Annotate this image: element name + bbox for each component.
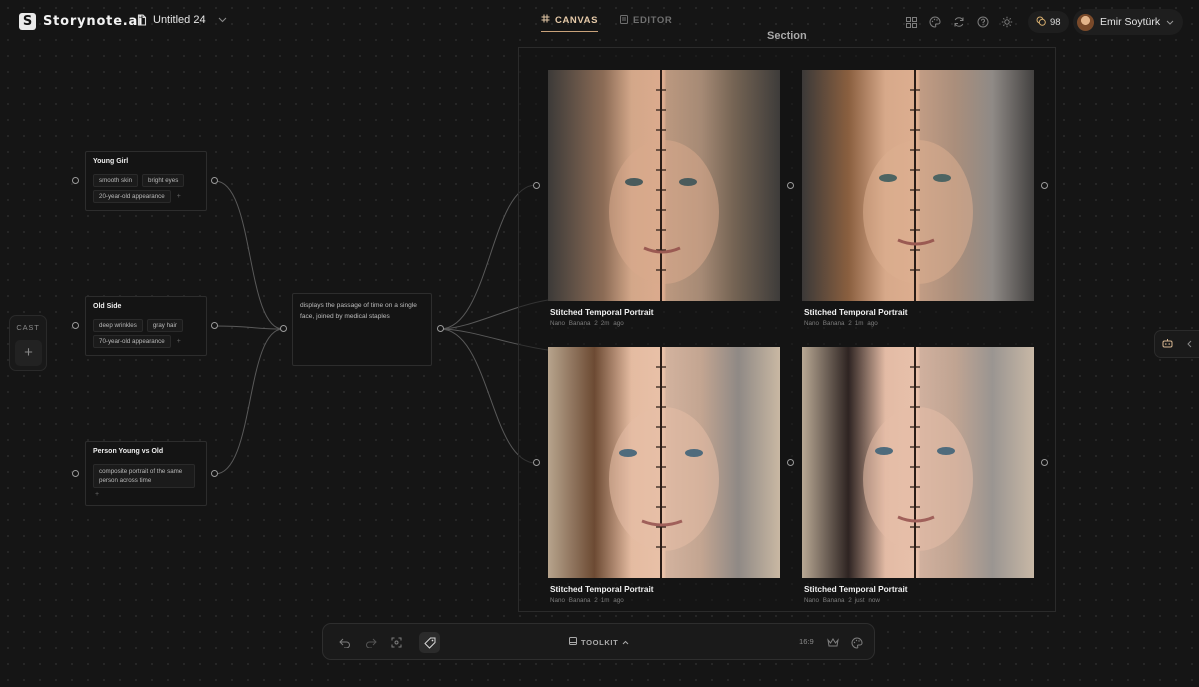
card-meta: Nano Banana 2 1m ago xyxy=(550,597,780,604)
node-title: Person Young vs Old xyxy=(93,448,164,455)
card-model: Nano Banana 2 xyxy=(550,597,598,604)
portrait-image xyxy=(609,70,719,301)
palette-icon[interactable] xyxy=(847,633,866,652)
card-model: Nano Banana 2 xyxy=(550,320,598,327)
output-port[interactable] xyxy=(1041,459,1048,466)
card-title: Stitched Temporal Portrait xyxy=(804,307,908,317)
section-label[interactable]: Section xyxy=(767,30,807,42)
input-port[interactable] xyxy=(533,459,540,466)
undo-icon[interactable] xyxy=(335,633,354,652)
bottom-toolbar: TOOLKIT 16:9 xyxy=(322,623,875,660)
aspect-ratio[interactable]: 16:9 xyxy=(799,637,814,646)
cast-panel: CAST + xyxy=(9,315,47,371)
tag[interactable]: composite portrait of the same person ac… xyxy=(93,464,195,488)
chevron-left-icon xyxy=(1187,335,1192,353)
portrait-image xyxy=(609,347,719,578)
tag-icon[interactable] xyxy=(419,632,440,653)
image-card[interactable]: Stitched Temporal Portrait Nano Banana 2… xyxy=(548,347,780,604)
right-panel-toggle[interactable] xyxy=(1154,330,1199,358)
node-person-young-vs-old[interactable]: Person Young vs Old composite portrait o… xyxy=(85,441,207,506)
input-port[interactable] xyxy=(280,325,287,332)
tag[interactable]: 20-year-old appearance xyxy=(93,190,171,203)
node-young-girl[interactable]: Young Girl smooth skin bright eyes 20-ye… xyxy=(85,151,207,211)
output-port[interactable] xyxy=(211,470,218,477)
tag[interactable]: gray hair xyxy=(146,319,183,332)
tag[interactable]: deep wrinkles xyxy=(93,319,143,332)
card-time: just now xyxy=(854,597,880,604)
output-port[interactable] xyxy=(211,322,218,329)
chevron-up-icon xyxy=(622,638,629,647)
node-title: Young Girl xyxy=(93,158,129,165)
toolkit-label: TOOLKIT xyxy=(581,637,619,647)
output-port[interactable] xyxy=(211,177,218,184)
add-tag-button[interactable]: + xyxy=(177,338,181,345)
add-tag-button[interactable]: + xyxy=(177,193,181,200)
prompt-node[interactable]: displays the passage of time on a single… xyxy=(292,293,432,366)
node-title: Old Side xyxy=(93,303,122,310)
generated-image[interactable] xyxy=(548,347,780,578)
toolkit-menu[interactable]: TOOLKIT xyxy=(569,637,629,647)
redo-icon[interactable] xyxy=(361,633,380,652)
input-port[interactable] xyxy=(533,182,540,189)
card-meta: Nano Banana 2 just now xyxy=(804,597,1034,604)
input-port[interactable] xyxy=(72,470,79,477)
card-meta: Nano Banana 2 2m ago xyxy=(550,320,780,327)
portrait-image xyxy=(863,347,973,578)
tag[interactable]: 70-year-old appearance xyxy=(93,335,171,348)
output-port[interactable] xyxy=(787,182,794,189)
robot-icon xyxy=(1162,335,1173,353)
card-time: 1m ago xyxy=(854,320,878,327)
card-time: 1m ago xyxy=(600,597,624,604)
image-card[interactable]: Stitched Temporal Portrait Nano Banana 2… xyxy=(548,70,780,327)
output-port[interactable] xyxy=(1041,182,1048,189)
card-title: Stitched Temporal Portrait xyxy=(550,584,654,594)
crown-icon[interactable] xyxy=(823,633,842,652)
card-meta: Nano Banana 2 1m ago xyxy=(804,320,1034,327)
add-tag-button[interactable]: + xyxy=(95,491,99,498)
input-port[interactable] xyxy=(72,177,79,184)
book-icon xyxy=(569,637,577,647)
focus-icon[interactable] xyxy=(387,633,406,652)
node-old-side[interactable]: Old Side deep wrinkles gray hair 70-year… xyxy=(85,296,207,356)
generated-image[interactable] xyxy=(548,70,780,301)
output-port[interactable] xyxy=(437,325,444,332)
output-port[interactable] xyxy=(787,459,794,466)
card-model: Nano Banana 2 xyxy=(804,597,852,604)
image-card[interactable]: Stitched Temporal Portrait Nano Banana 2… xyxy=(802,70,1034,327)
card-title: Stitched Temporal Portrait xyxy=(550,307,654,317)
generated-image[interactable] xyxy=(802,347,1034,578)
card-model: Nano Banana 2 xyxy=(804,320,852,327)
card-title: Stitched Temporal Portrait xyxy=(804,584,908,594)
add-cast-button[interactable]: + xyxy=(15,340,42,366)
input-port[interactable] xyxy=(72,322,79,329)
tag[interactable]: smooth skin xyxy=(93,174,139,187)
cast-label: CAST xyxy=(16,323,40,332)
generated-image[interactable] xyxy=(802,70,1034,301)
portrait-image xyxy=(863,70,973,301)
card-time: 2m ago xyxy=(600,320,624,327)
image-card[interactable]: Stitched Temporal Portrait Nano Banana 2… xyxy=(802,347,1034,604)
tag[interactable]: bright eyes xyxy=(142,174,185,187)
